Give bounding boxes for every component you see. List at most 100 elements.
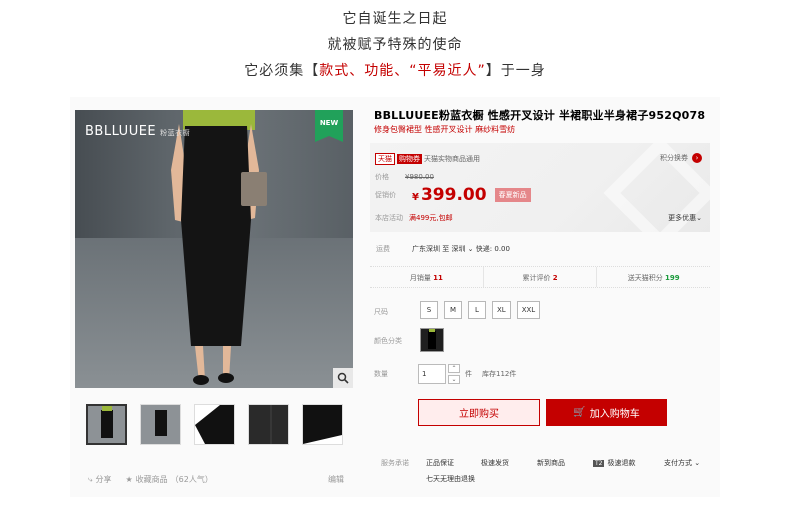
- product-subtitle: 修身包臀裙型 性感开叉设计 麻纱料雪纺: [374, 125, 516, 134]
- thumbnail-2[interactable]: [140, 404, 181, 445]
- intro-line-1: 它自诞生之日起: [342, 11, 448, 27]
- currency-symbol: ¥: [412, 192, 419, 203]
- points-exchange-link[interactable]: 积分换券 ›: [660, 153, 702, 163]
- star-icon: ★: [125, 475, 133, 484]
- refund-icon: T2: [593, 460, 605, 467]
- store-offer: 满499元,包邮: [409, 214, 453, 222]
- cart-icon: 🛒: [573, 407, 586, 418]
- shipping-row: 运费 广东深圳 至 深圳 ⌄ 快递: 0.00: [376, 244, 510, 254]
- shipping-detail: 快递: 0.00: [475, 245, 510, 253]
- service-refund-label: 极速退款: [607, 459, 636, 467]
- size-option-xxl[interactable]: XXL: [516, 301, 541, 319]
- increment-icon[interactable]: ⌃: [448, 364, 460, 373]
- quantity-unit: 件: [465, 370, 472, 378]
- size-label: 尺码: [374, 308, 388, 316]
- total-reviews-label: 累计评价: [522, 274, 551, 282]
- original-price-row: 价格 ¥980.00: [375, 172, 434, 182]
- intro-line-3-prefix: 它必须集【: [244, 63, 320, 79]
- tmall-points-value: 199: [664, 274, 680, 282]
- tmall-coupon-row: 天猫 购物券 天猫实物商品通用: [375, 153, 480, 165]
- promo-tag: 春夏新品: [494, 188, 531, 202]
- add-to-cart-button[interactable]: 🛒 加入购物车: [546, 399, 667, 426]
- share-icon: ⤷: [88, 474, 93, 484]
- service-label: 服务承诺: [381, 459, 409, 467]
- coupon-label: 购物券: [397, 154, 422, 164]
- intro-line-3: 它必须集【款式、功能、“平易近人”】于一身: [0, 58, 790, 84]
- monthly-sales-label: 月销量: [409, 274, 431, 282]
- service-new-arrival[interactable]: 新到商品: [537, 458, 565, 468]
- edit-link[interactable]: 编辑: [328, 474, 344, 485]
- price-box: 天猫 购物券 天猫实物商品通用 积分换券 › 价格 ¥980.00 促销价 ¥39…: [370, 143, 710, 232]
- monthly-sales: 月销量 11: [370, 267, 483, 287]
- thumbnail-3[interactable]: [194, 404, 235, 445]
- service-guarantee[interactable]: 正品保证: [426, 458, 454, 468]
- total-reviews-value: 2: [552, 274, 558, 282]
- shipping-label: 运费: [376, 245, 390, 253]
- size-option-s[interactable]: S: [420, 301, 438, 319]
- promo-price-row: 促销价 ¥399.00 春夏新品: [375, 185, 531, 205]
- model-figure: [171, 110, 267, 385]
- thumbnail-5[interactable]: [302, 404, 343, 445]
- service-fast-ship[interactable]: 极速发货: [481, 458, 509, 468]
- thumbnail-1[interactable]: [86, 404, 127, 445]
- tmall-points-label: 送天猫积分: [627, 274, 663, 282]
- quantity-stepper: 1 ⌃ ⌄ 件 库存112件: [418, 364, 516, 384]
- share-label: 分享: [95, 475, 112, 484]
- arrow-right-icon: ›: [692, 153, 702, 163]
- original-price-label: 价格: [375, 173, 389, 181]
- main-product-image[interactable]: BBLLUUEE 粉蓝衣橱 NEW: [75, 110, 353, 388]
- brand-name: BBLLUUEE: [85, 124, 157, 139]
- favorite-button[interactable]: ★ 收藏商品 （62人气）: [125, 474, 212, 485]
- size-options: S M L XL XXL: [420, 301, 541, 319]
- monthly-sales-value: 11: [433, 274, 443, 282]
- thumbnail-4[interactable]: [248, 404, 289, 445]
- coupon-text: 天猫实物商品通用: [424, 155, 480, 163]
- payment-methods-label: 支付方式: [664, 459, 692, 467]
- store-activity-row: 本店活动 满499元,包邮: [375, 213, 453, 223]
- service-refund[interactable]: T2 极速退款: [593, 458, 635, 468]
- promo-price-value: 399.00: [420, 185, 487, 205]
- quantity-input[interactable]: 1: [418, 364, 446, 384]
- intro-line-3-suffix: 】于一身: [485, 63, 546, 79]
- quantity-stepper-buttons: ⌃ ⌄: [448, 364, 460, 384]
- promo-price-label: 促销价: [375, 191, 396, 199]
- tmall-points: 送天猫积分 199: [596, 267, 710, 287]
- share-row: ⤷ 分享 ★ 收藏商品 （62人气） 编辑: [88, 474, 344, 485]
- magnifier-icon[interactable]: [333, 368, 353, 388]
- add-to-cart-label: 加入购物车: [589, 409, 640, 420]
- new-badge: NEW: [315, 110, 343, 142]
- stats-bar: 月销量 11 累计评价 2 送天猫积分 199: [370, 266, 710, 288]
- points-exchange-label: 积分换券: [660, 154, 688, 162]
- store-activity-label: 本店活动: [375, 214, 403, 222]
- thumbnail-strip: [86, 404, 343, 445]
- more-discounts-dropdown[interactable]: 更多优惠⌄: [668, 213, 702, 223]
- intro-highlight: 款式、功能、“平易近人”: [319, 63, 486, 79]
- size-option-xl[interactable]: XL: [492, 301, 511, 319]
- favorite-count: （62人气）: [170, 475, 213, 484]
- chevron-down-icon: ⌄: [696, 214, 702, 222]
- chevron-down-icon: ⌄: [694, 459, 701, 467]
- shipping-route-text: 广东深圳 至 深圳: [412, 245, 466, 253]
- decrement-icon[interactable]: ⌄: [448, 375, 460, 384]
- payment-methods-dropdown[interactable]: 支付方式 ⌄: [664, 458, 700, 468]
- buy-now-button[interactable]: 立即购买: [418, 399, 540, 426]
- color-swatch-black[interactable]: [420, 328, 444, 352]
- total-reviews[interactable]: 累计评价 2: [482, 267, 597, 287]
- favorite-label: 收藏商品: [135, 475, 168, 484]
- color-label: 颜色分类: [374, 337, 402, 345]
- stock-text: 库存112件: [482, 370, 517, 378]
- chevron-down-icon: ⌄: [465, 245, 476, 253]
- brand-watermark: BBLLUUEE 粉蓝衣橱: [85, 124, 190, 139]
- product-title: BBLLUUEE粉蓝衣橱 性感开叉设计 半裙职业半身裙子952Q078: [374, 109, 706, 122]
- quantity-label: 数量: [374, 370, 388, 378]
- seven-day-return[interactable]: 七天无理由退换: [426, 474, 475, 484]
- brand-name-cn: 粉蓝衣橱: [160, 129, 191, 137]
- shipping-route[interactable]: 广东深圳 至 深圳 ⌄ 快递: 0.00: [412, 244, 510, 254]
- share-button[interactable]: ⤷ 分享: [88, 474, 111, 485]
- promo-price: ¥399.00: [412, 185, 487, 205]
- tmall-label: 天猫: [375, 153, 395, 165]
- more-discounts-label: 更多优惠: [668, 214, 697, 222]
- size-option-m[interactable]: M: [444, 301, 462, 319]
- size-option-l[interactable]: L: [468, 301, 486, 319]
- intro-line-2: 就被赋予特殊的使命: [327, 37, 463, 53]
